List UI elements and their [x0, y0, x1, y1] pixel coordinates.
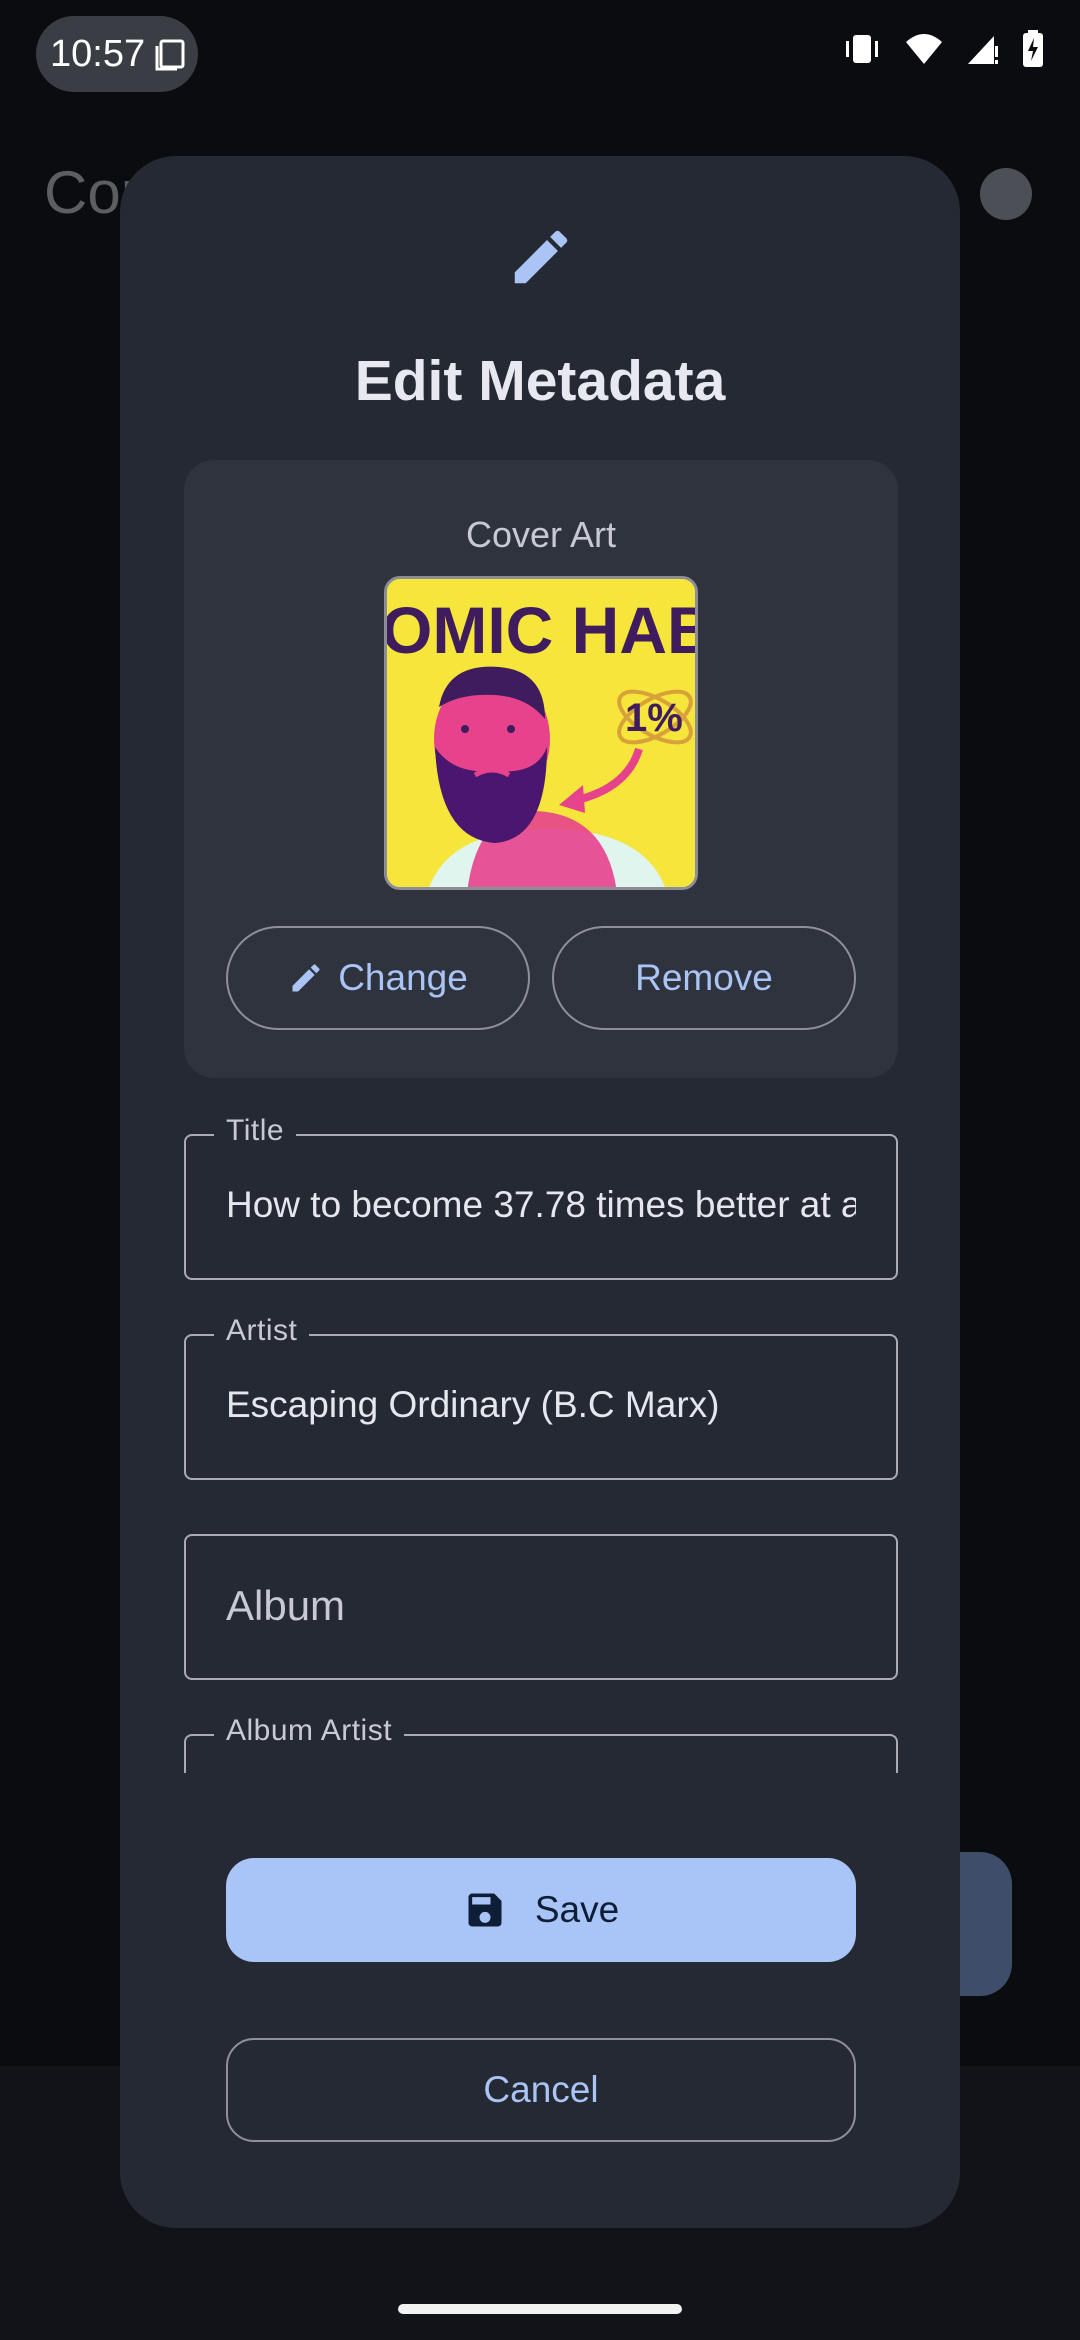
- change-cover-label: Change: [338, 957, 468, 998]
- title-field[interactable]: Title How to become 37.78 times better a…: [184, 1114, 898, 1280]
- remove-cover-button[interactable]: Remove: [552, 926, 856, 1030]
- wifi-icon: [906, 34, 942, 64]
- cover-art-image: OMIC HAB 1%: [384, 576, 698, 890]
- time-pill: 10:57: [36, 16, 198, 92]
- battery-charging-icon: [1023, 30, 1043, 67]
- album-artist-field[interactable]: Album Artist: [184, 1714, 898, 1774]
- vibrate-icon: [846, 35, 878, 63]
- status-icons: [842, 30, 1044, 68]
- cover-art-illustration: OMIC HAB 1%: [387, 579, 698, 887]
- navigation-handle[interactable]: [398, 2304, 682, 2314]
- edit-metadata-dialog: Edit Metadata Cover Art OMIC HAB 1% Chan…: [120, 156, 960, 2228]
- remove-cover-label: Remove: [635, 957, 773, 998]
- cover-art-text: OMIC HAB: [387, 593, 698, 667]
- title-field-value[interactable]: How to become 37.78 times better at a: [226, 1184, 856, 1226]
- save-icon: [468, 1893, 502, 1927]
- artist-field[interactable]: Artist Escaping Ordinary (B.C Marx): [184, 1314, 898, 1480]
- change-cover-button[interactable]: Change: [226, 926, 530, 1030]
- save-label: Save: [534, 1889, 620, 1930]
- save-button[interactable]: Save: [226, 1858, 856, 1962]
- screen-cast-icon: [155, 39, 185, 71]
- album-field[interactable]: Album: [184, 1534, 898, 1680]
- artist-field-label: Artist: [214, 1314, 310, 1348]
- cancel-label: Cancel: [483, 2069, 599, 2110]
- artist-field-value[interactable]: Escaping Ordinary (B.C Marx): [226, 1384, 856, 1426]
- status-bar: 10:57: [0, 0, 1080, 110]
- cover-art-badge: 1%: [625, 696, 683, 740]
- signal-icon: [968, 36, 998, 64]
- title-field-label: Title: [214, 1114, 297, 1148]
- cover-art-label: Cover Art: [465, 514, 617, 555]
- dialog-title: Edit Metadata: [354, 349, 726, 413]
- pencil-icon: [292, 964, 320, 992]
- album-field-placeholder: Album: [226, 1582, 346, 1629]
- info-icon: [980, 168, 1032, 220]
- cancel-button[interactable]: Cancel: [226, 2038, 856, 2142]
- cover-art-card: Cover Art OMIC HAB 1% Change Remove: [184, 460, 898, 1078]
- status-time: 10:57: [50, 32, 146, 75]
- pencil-icon: [514, 230, 568, 284]
- scroll-clip: [120, 1773, 960, 1803]
- album-artist-field-label: Album Artist: [214, 1714, 405, 1748]
